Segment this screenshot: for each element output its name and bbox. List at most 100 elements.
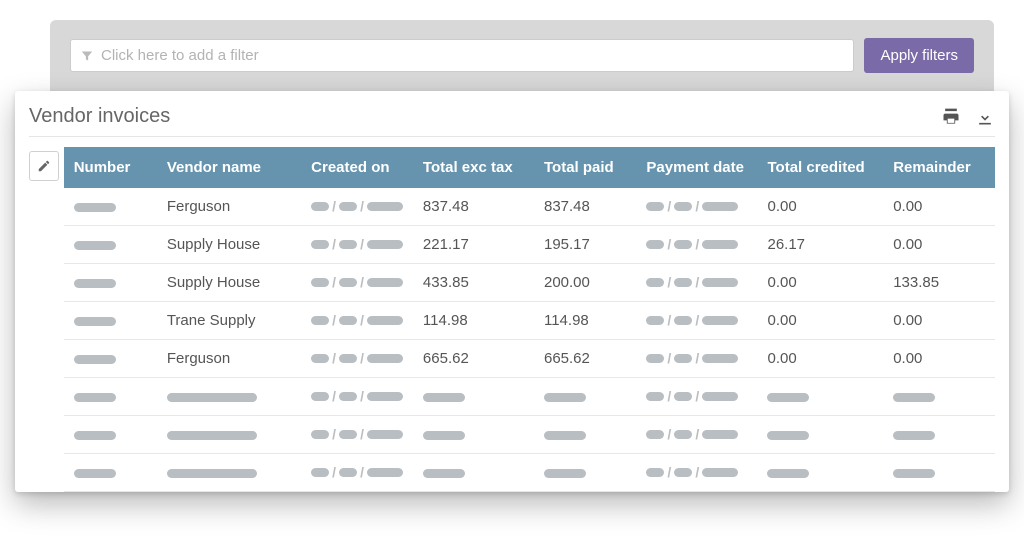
cell-total-credited: 0.00 [757,264,883,302]
cell-number [64,264,157,302]
cell-total-exc: 221.17 [413,226,534,264]
redacted-value [74,241,116,250]
redacted-date: // [646,392,738,401]
cell-created: // [301,416,413,454]
cell-payment-date: // [636,264,757,302]
filter-input-container[interactable] [70,39,854,72]
redacted-date: // [311,202,403,211]
total-exc-value: 433.85 [423,274,469,291]
col-total-credited[interactable]: Total credited [757,147,883,188]
cell-number [64,378,157,416]
download-icon[interactable] [975,107,995,127]
redacted-date: // [311,240,403,249]
redacted-value [423,469,465,478]
redacted-value [544,431,586,440]
remainder-value: 0.00 [893,236,922,253]
cell-total-paid: 114.98 [534,302,636,340]
cell-total-credited: 0.00 [757,302,883,340]
remainder-value: 0.00 [893,198,922,215]
cell-payment-date: // [636,340,757,378]
col-number[interactable]: Number [64,147,157,188]
cell-number [64,416,157,454]
total-paid-value: 665.62 [544,350,590,367]
table-row[interactable]: Ferguson//837.48837.48//0.000.00 [64,188,995,226]
col-remainder[interactable]: Remainder [883,147,995,188]
cell-remainder: 0.00 [883,188,995,226]
vendor-name: Supply House [167,236,260,253]
apply-filters-button[interactable]: Apply filters [864,38,974,73]
redacted-value [167,469,257,478]
col-payment-date[interactable]: Payment date [636,147,757,188]
cell-total-exc [413,454,534,492]
cell-total-credited [757,378,883,416]
table-row[interactable]: Supply House//433.85200.00//0.00133.85 [64,264,995,302]
cell-total-exc [413,378,534,416]
total-exc-value: 221.17 [423,236,469,253]
cell-created: // [301,340,413,378]
table-row[interactable]: // // [64,378,995,416]
table-row[interactable]: //// [64,416,995,454]
edit-columns-button[interactable] [29,151,59,181]
cell-vendor: Supply House [157,226,301,264]
cell-total-paid: 837.48 [534,188,636,226]
col-total-paid[interactable]: Total paid [534,147,636,188]
redacted-value [767,393,809,402]
funnel-icon [81,50,93,62]
table-row[interactable]: Trane Supply//114.98114.98//0.000.00 [64,302,995,340]
redacted-date: // [646,316,738,325]
edit-rail [29,147,64,492]
total-paid-value: 114.98 [544,312,589,329]
redacted-value [74,317,116,326]
redacted-value [74,355,116,364]
cell-created: // [301,454,413,492]
table-row[interactable]: Supply House // 221.17 195.17 // 26.17 0.00 [64,226,995,264]
vendor-name: Ferguson [167,350,230,367]
cell-remainder [883,378,995,416]
col-created-on[interactable]: Created on [301,147,413,188]
vendor-name: Trane Supply [167,312,256,329]
total-credited-value: 0.00 [767,274,796,291]
total-exc-value: 665.62 [423,350,469,367]
remainder-value: 133.85 [893,274,939,291]
redacted-value [893,469,935,478]
total-paid-value: 195.17 [544,236,590,253]
filter-bar: Apply filters [70,38,974,73]
remainder-value: 0.00 [893,312,922,329]
table-row[interactable]: Ferguson // 665.62 665.62 // 0.00 0.00 [64,340,995,378]
cell-created: // [301,226,413,264]
cell-created: // [301,378,413,416]
redacted-value [544,469,586,478]
cell-total-exc: 114.98 [413,302,534,340]
redacted-value [74,279,116,288]
col-total-exc-tax[interactable]: Total exc tax [413,147,534,188]
total-paid-value: 200.00 [544,274,590,291]
cell-remainder: 133.85 [883,264,995,302]
table-row[interactable]: // // [64,454,995,492]
cell-total-credited: 0.00 [757,340,883,378]
cell-vendor [157,454,301,492]
redacted-date: // [646,354,738,363]
cell-vendor: Trane Supply [157,302,301,340]
cell-vendor: Ferguson [157,188,301,226]
print-icon[interactable] [941,107,961,127]
redacted-value [74,203,116,212]
total-exc-value: 837.48 [423,198,469,215]
cell-total-paid [534,454,636,492]
redacted-date: // [646,240,738,249]
cell-total-exc: 665.62 [413,340,534,378]
redacted-value [423,431,465,440]
redacted-value [74,431,116,440]
redacted-value [544,393,586,402]
cell-total-credited [757,416,883,454]
remainder-value: 0.00 [893,350,922,367]
cell-payment-date: // [636,454,757,492]
cell-total-paid: 195.17 [534,226,636,264]
redacted-date: // [646,202,738,211]
filter-input[interactable] [101,47,843,64]
cell-total-credited: 26.17 [757,226,883,264]
total-exc-value: 114.98 [423,312,468,329]
cell-created: // [301,188,413,226]
cell-payment-date: // [636,302,757,340]
cell-number [64,302,157,340]
col-vendor-name[interactable]: Vendor name [157,147,301,188]
